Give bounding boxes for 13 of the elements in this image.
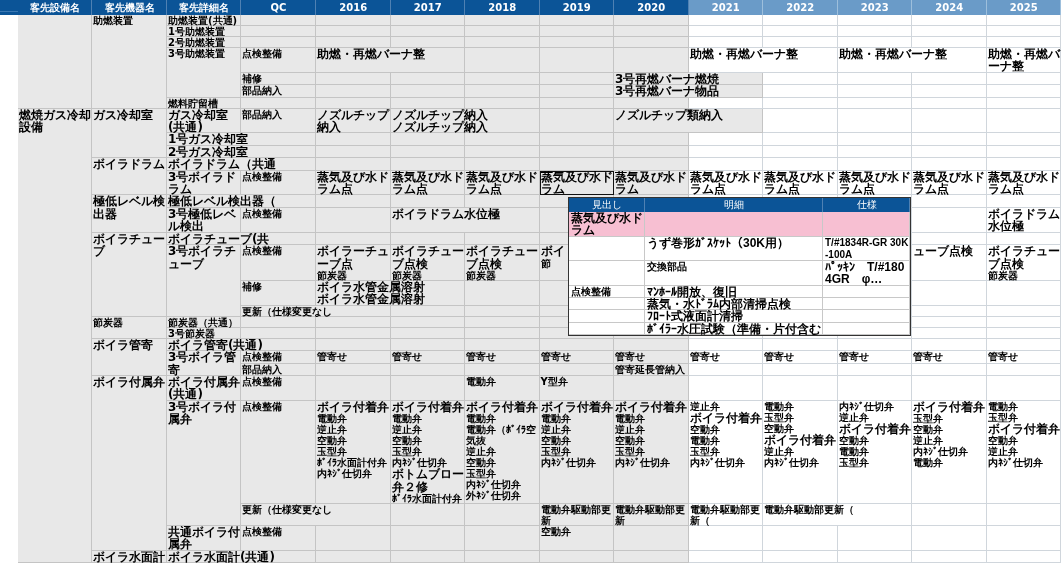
table-cell: 蒸気・水ﾄﾞﾗﾑ内部清掃点検 [645, 298, 823, 311]
table-cell: 点検整備 [569, 285, 645, 299]
table-cell: ﾎﾞｲﾗｰ水圧試験（準備・片付含む [645, 322, 823, 336]
table-cell: ﾌﾛｰﾄ式液面計清掃 [645, 310, 823, 323]
column-header: 仕様 [823, 198, 910, 212]
table-cell: うず巻形ｶﾞｽｹｯﾄ（30K用） [645, 236, 823, 261]
column-header: 明細 [645, 198, 823, 212]
table-cell: T/#1834R-GR 30K-100A [823, 236, 910, 261]
table-cell: ﾏﾝﾎｰﾙ開放、復旧 [645, 285, 823, 299]
column-header: 見出し [569, 198, 645, 212]
table-cell: 蒸気及び水ドラム [569, 212, 645, 237]
table-cell: ﾊﾟｯｷﾝ T/#1804GR φ… [823, 260, 910, 286]
table-cell: 交換部品 [645, 260, 823, 286]
